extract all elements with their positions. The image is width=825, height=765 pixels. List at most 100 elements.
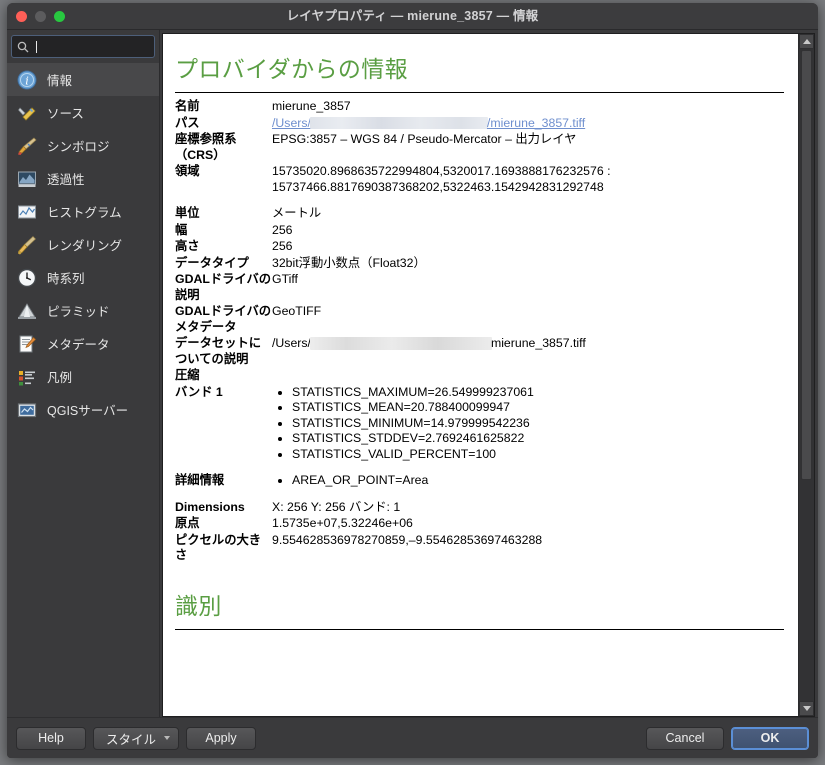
row-spacer [175, 490, 784, 500]
redacted-path-segment [310, 117, 488, 129]
row-label: Dimensions [175, 500, 272, 517]
info-icon: i [16, 69, 38, 91]
list-item: STATISTICS_MAXIMUM=26.549999237061 [292, 385, 784, 401]
provider-information-heading: プロバイダからの情報 [175, 50, 784, 93]
row-value: GeoTIFF [272, 304, 784, 336]
ok-button[interactable]: OK [731, 727, 809, 750]
dialog-body: i 情報 ソース [7, 30, 818, 717]
search-input[interactable] [11, 35, 155, 58]
transparency-icon [16, 168, 38, 190]
pyramids-icon [16, 300, 38, 322]
row-value: 1.5735e+07,5.32246e+06 [272, 516, 784, 533]
vertical-scrollbar[interactable] [798, 34, 814, 716]
row-label: データタイプ [175, 256, 272, 273]
sidebar: i 情報 ソース [7, 30, 160, 717]
row-label: パス [175, 116, 272, 133]
sidebar-item-label: ピラミッド [47, 301, 110, 320]
table-row: 名前 mierune_3857 [175, 99, 784, 116]
sidebar-nav: i 情報 ソース [7, 62, 159, 717]
table-row: ピクセルの大きさ 9.554628536978270859,–9.5546285… [175, 533, 784, 565]
row-value: /Users//mierune_3857.tiff [272, 116, 784, 133]
qgis-server-icon [16, 399, 38, 421]
temporal-icon [16, 267, 38, 289]
row-label: 座標参照系（CRS） [175, 132, 272, 164]
information-document: プロバイダからの情報 名前 mierune_3857 パス /Users//mi… [162, 33, 815, 717]
row-spacer [175, 196, 784, 206]
style-dropdown-button[interactable]: スタイル [93, 727, 179, 750]
row-value: 32bit浮動小数点（Float32） [272, 256, 784, 273]
svg-text:i: i [25, 74, 29, 87]
sidebar-search-wrap [7, 30, 159, 62]
row-value: EPSG:3857 – WGS 84 / Pseudo-Mercator – 出… [272, 132, 784, 164]
table-row: バンド 1 STATISTICS_MAXIMUM=26.549999237061… [175, 385, 784, 464]
sidebar-item-information[interactable]: i 情報 [7, 63, 159, 96]
legend-icon [16, 366, 38, 388]
dataset-path-prefix: /Users/ [272, 336, 311, 350]
row-value: 15735020.8968635722994804,5320017.169388… [272, 164, 784, 196]
sidebar-item-symbology[interactable]: シンボロジ [7, 129, 159, 162]
scroll-up-button[interactable] [799, 34, 814, 49]
row-label: データセットについての説明 [175, 336, 272, 368]
apply-button[interactable]: Apply [186, 727, 256, 750]
style-dropdown-label: スタイル [106, 729, 156, 748]
row-value: STATISTICS_MAXIMUM=26.549999237061 STATI… [272, 385, 784, 464]
search-icon [17, 41, 29, 53]
row-label: 名前 [175, 99, 272, 116]
row-label: ピクセルの大きさ [175, 533, 272, 565]
sidebar-item-qgis-server[interactable]: QGISサーバー [7, 393, 159, 426]
scrollbar-thumb[interactable] [801, 50, 812, 480]
extent-line-2: 15737466.8817690387368202,5322463.154294… [272, 180, 784, 196]
row-value: 256 [272, 239, 784, 256]
row-label: 単位 [175, 206, 272, 223]
more-information-list: AREA_OR_POINT=Area [272, 473, 784, 489]
symbology-icon [16, 135, 38, 157]
extent-line-1: 15735020.8968635722994804,5320017.169388… [272, 164, 784, 180]
sidebar-item-label: ヒストグラム [47, 202, 122, 221]
row-label: 原点 [175, 516, 272, 533]
identification-heading: 識別 [175, 587, 784, 630]
row-label: GDALドライバの説明 [175, 272, 272, 304]
table-row: GDALドライバの説明 GTiff [175, 272, 784, 304]
sidebar-item-rendering[interactable]: レンダリング [7, 228, 159, 261]
sidebar-item-label: レンダリング [47, 235, 122, 254]
table-row: Dimensions X: 256 Y: 256 バンド: 1 [175, 500, 784, 517]
layer-properties-dialog: レイヤプロパティ — mierune_3857 — 情報 [7, 3, 818, 758]
help-button[interactable]: Help [16, 727, 86, 750]
sidebar-item-label: 時系列 [47, 268, 85, 287]
source-icon [16, 102, 38, 124]
dialog-button-bar: Help スタイル Apply Cancel OK [7, 717, 818, 758]
table-row: 圧縮 [175, 368, 784, 385]
information-document-scroll[interactable]: プロバイダからの情報 名前 mierune_3857 パス /Users//mi… [163, 34, 798, 716]
row-value: /Users/mierune_3857.tiff [272, 336, 784, 368]
path-suffix: /mierune_3857.tiff [487, 116, 585, 130]
rendering-icon [16, 234, 38, 256]
row-value: X: 256 Y: 256 バンド: 1 [272, 500, 784, 517]
sidebar-item-pyramids[interactable]: ピラミッド [7, 294, 159, 327]
row-value: mierune_3857 [272, 99, 784, 116]
redacted-dataset-segment [310, 337, 492, 350]
cancel-button[interactable]: Cancel [646, 727, 724, 750]
table-row: GDALドライバのメタデータ GeoTIFF [175, 304, 784, 336]
sidebar-item-temporal[interactable]: 時系列 [7, 261, 159, 294]
table-row: データセットについての説明 /Users/mierune_3857.tiff [175, 336, 784, 368]
table-row: 高さ 256 [175, 239, 784, 256]
sidebar-item-source[interactable]: ソース [7, 96, 159, 129]
sidebar-item-label: 透過性 [47, 169, 85, 188]
sidebar-item-transparency[interactable]: 透過性 [7, 162, 159, 195]
sidebar-item-histogram[interactable]: ヒストグラム [7, 195, 159, 228]
layer-path-link[interactable]: /Users//mierune_3857.tiff [272, 116, 585, 130]
table-row: パス /Users//mierune_3857.tiff [175, 116, 784, 133]
content-area: プロバイダからの情報 名前 mierune_3857 パス /Users//mi… [160, 30, 818, 717]
row-label: 圧縮 [175, 368, 272, 385]
sidebar-item-metadata[interactable]: メタデータ [7, 327, 159, 360]
row-label: GDALドライバのメタデータ [175, 304, 272, 336]
sidebar-item-legend[interactable]: 凡例 [7, 360, 159, 393]
scroll-down-button[interactable] [799, 701, 814, 716]
scrollbar-track[interactable] [799, 49, 814, 701]
row-label: 高さ [175, 239, 272, 256]
table-row: データタイプ 32bit浮動小数点（Float32） [175, 256, 784, 273]
chevron-down-icon [803, 706, 811, 711]
row-spacer [175, 463, 784, 473]
sidebar-item-label: メタデータ [47, 334, 110, 353]
row-value: AREA_OR_POINT=Area [272, 473, 784, 490]
